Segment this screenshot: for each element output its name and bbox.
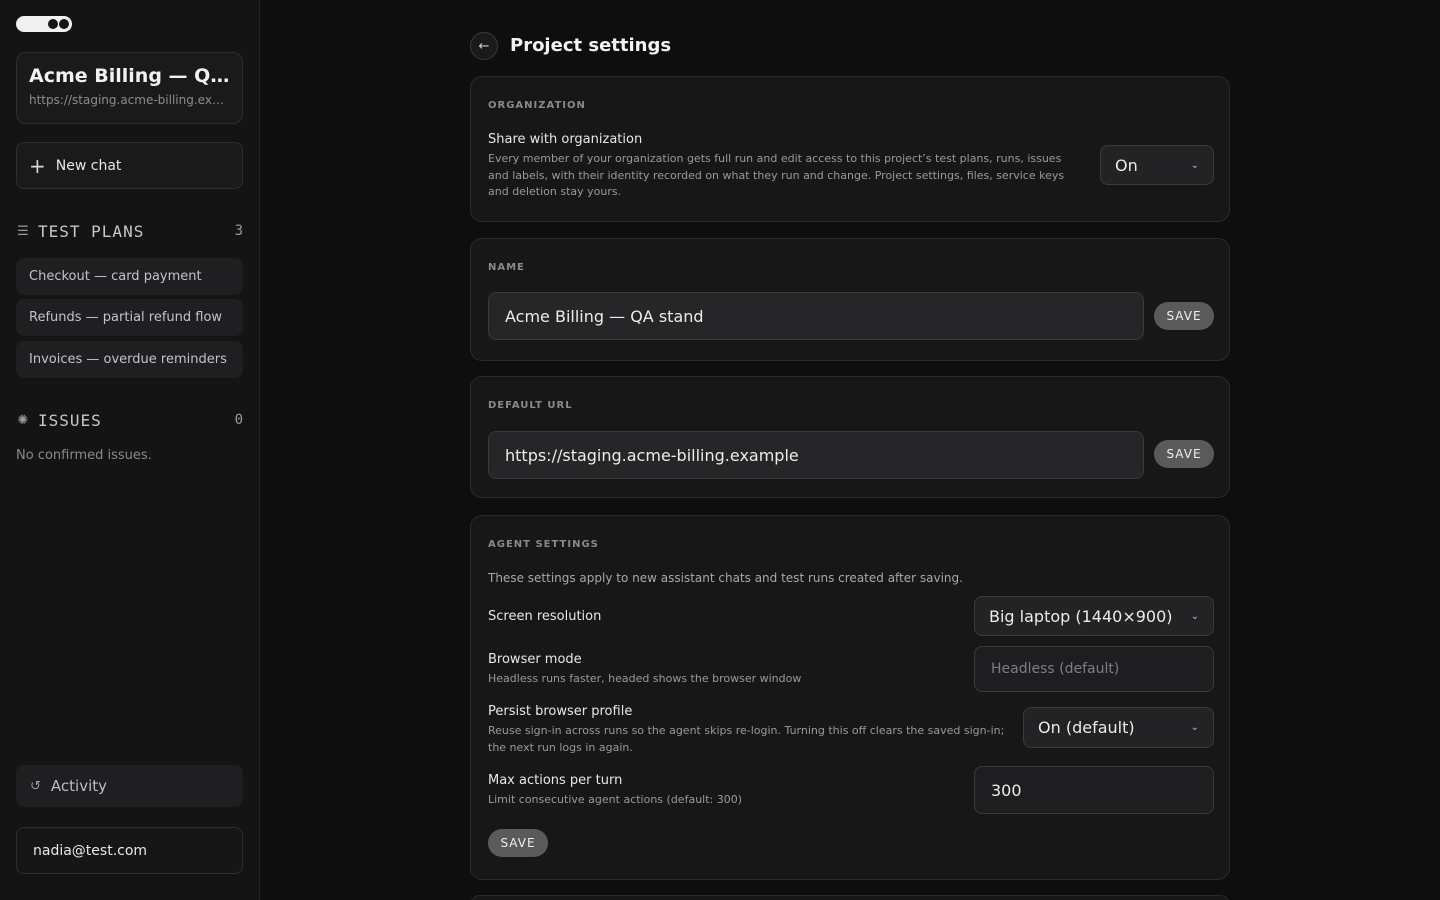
name-card: NAME Acme Billing — QA stand SAVE (470, 238, 1230, 361)
test-plan-item[interactable]: Checkout — card payment (16, 258, 243, 295)
activity-label: Activity (50, 777, 108, 795)
persist-profile-field: Persist browser profile Reuse sign-in ac… (488, 704, 1018, 756)
toggle-dot-icon (48, 19, 58, 29)
chevron-down-icon: ⌄ (1190, 722, 1199, 733)
history-icon: ↺ (30, 778, 41, 794)
project-card[interactable]: Acme Billing — QA stand https://staging.… (16, 52, 243, 124)
share-select[interactable]: On ⌄ (1100, 145, 1214, 185)
test-plan-label: Invoices — overdue reminders (29, 352, 227, 367)
arrow-left-icon: ← (478, 38, 490, 54)
bug-icon: ✺ (17, 412, 29, 428)
max-actions-input[interactable]: 300 (974, 766, 1214, 814)
user-account[interactable]: nadia@test.com (16, 827, 243, 874)
agent-settings-card: AGENT SETTINGS These settings apply to n… (470, 515, 1230, 880)
browser-mode-title: Browser mode (488, 652, 582, 667)
agent-settings-save-button[interactable]: SAVE (488, 829, 548, 857)
sidebar: Acme Billing — QA stand https://staging.… (0, 0, 260, 900)
max-actions-field: Max actions per turn Limit consecutive a… (488, 773, 968, 809)
default-url-card: DEFAULT URL https://staging.acme-billing… (470, 376, 1230, 498)
default-url-input[interactable]: https://staging.acme-billing.example (488, 431, 1144, 479)
no-issues-text: No confirmed issues. (16, 448, 152, 463)
resolution-select[interactable]: Big laptop (1440×900) ⌄ (974, 596, 1214, 636)
persist-profile-value: On (default) (1038, 718, 1135, 737)
issues-count: 0 (234, 412, 243, 428)
project-title: Acme Billing — QA stand (29, 65, 230, 87)
test-plan-label: Checkout — card payment (29, 269, 202, 284)
test-plans-count: 3 (234, 223, 243, 239)
organization-card: ORGANIZATION Share with organization Eve… (470, 76, 1230, 222)
issues-title: ISSUES (38, 410, 102, 430)
agent-settings-intro: These settings apply to new assistant ch… (488, 571, 963, 585)
organization-label: ORGANIZATION (488, 100, 586, 111)
test-plans-title: TEST PLANS (38, 221, 145, 241)
back-button[interactable]: ← (470, 32, 498, 60)
persist-profile-title: Persist browser profile (488, 704, 633, 719)
share-title: Share with organization (488, 132, 643, 147)
test-plan-item[interactable]: Refunds — partial refund flow (16, 299, 243, 336)
agent-settings-label: AGENT SETTINGS (488, 539, 599, 550)
name-save-button[interactable]: SAVE (1154, 302, 1214, 330)
main-content: ← Project settings ORGANIZATION Share wi… (260, 0, 1440, 900)
chevron-down-icon: ⌄ (1190, 610, 1199, 622)
resolution-value: Big laptop (1440×900) (989, 606, 1173, 626)
sidebar-toggle[interactable] (16, 16, 72, 32)
test-plans-header: ☰ TEST PLANS 3 (16, 220, 243, 242)
max-actions-description: Limit consecutive agent actions (default… (488, 793, 743, 806)
share-value: On (1115, 155, 1138, 175)
share-description: Every member of your organization gets f… (488, 152, 1065, 198)
name-label: NAME (488, 262, 525, 273)
next-card-edge (470, 895, 1230, 900)
activity-button[interactable]: ↺ Activity (16, 765, 243, 807)
browser-mode-field: Browser mode Headless runs faster, heade… (488, 652, 968, 688)
max-actions-title: Max actions per turn (488, 773, 623, 788)
name-input[interactable]: Acme Billing — QA stand (488, 292, 1144, 340)
default-url-save-button[interactable]: SAVE (1154, 440, 1214, 468)
new-chat-button[interactable]: + New chat (16, 142, 243, 189)
browser-mode-input[interactable]: Headless (default) (974, 646, 1214, 692)
page-title: Project settings (510, 35, 672, 56)
browser-mode-description: Headless runs faster, headed shows the b… (488, 672, 802, 685)
toggle-knob-icon (59, 19, 69, 29)
test-plan-item[interactable]: Invoices — overdue reminders (16, 341, 243, 378)
share-field: Share with organization Every member of … (488, 132, 1078, 201)
app-root: Acme Billing — QA stand https://staging.… (0, 0, 1440, 900)
issues-header: ✺ ISSUES 0 (16, 409, 243, 431)
new-chat-label: New chat (55, 157, 122, 174)
plus-icon: + (29, 153, 46, 178)
project-url: https://staging.acme-billing.example (29, 93, 230, 107)
resolution-title: Screen resolution (488, 609, 602, 624)
max-actions-value: 300 (991, 780, 1022, 800)
persist-profile-description: Reuse sign-in across runs so the agent s… (488, 724, 1005, 754)
user-email: nadia@test.com (33, 842, 148, 859)
browser-mode-placeholder: Headless (default) (991, 661, 1120, 677)
default-url-label: DEFAULT URL (488, 400, 573, 411)
default-url-value: https://staging.acme-billing.example (505, 445, 799, 465)
checklist-icon: ☰ (17, 223, 29, 239)
chevron-down-icon: ⌄ (1190, 159, 1199, 171)
name-value: Acme Billing — QA stand (505, 306, 704, 326)
test-plan-label: Refunds — partial refund flow (29, 310, 223, 325)
persist-profile-select[interactable]: On (default) ⌄ (1023, 707, 1214, 748)
